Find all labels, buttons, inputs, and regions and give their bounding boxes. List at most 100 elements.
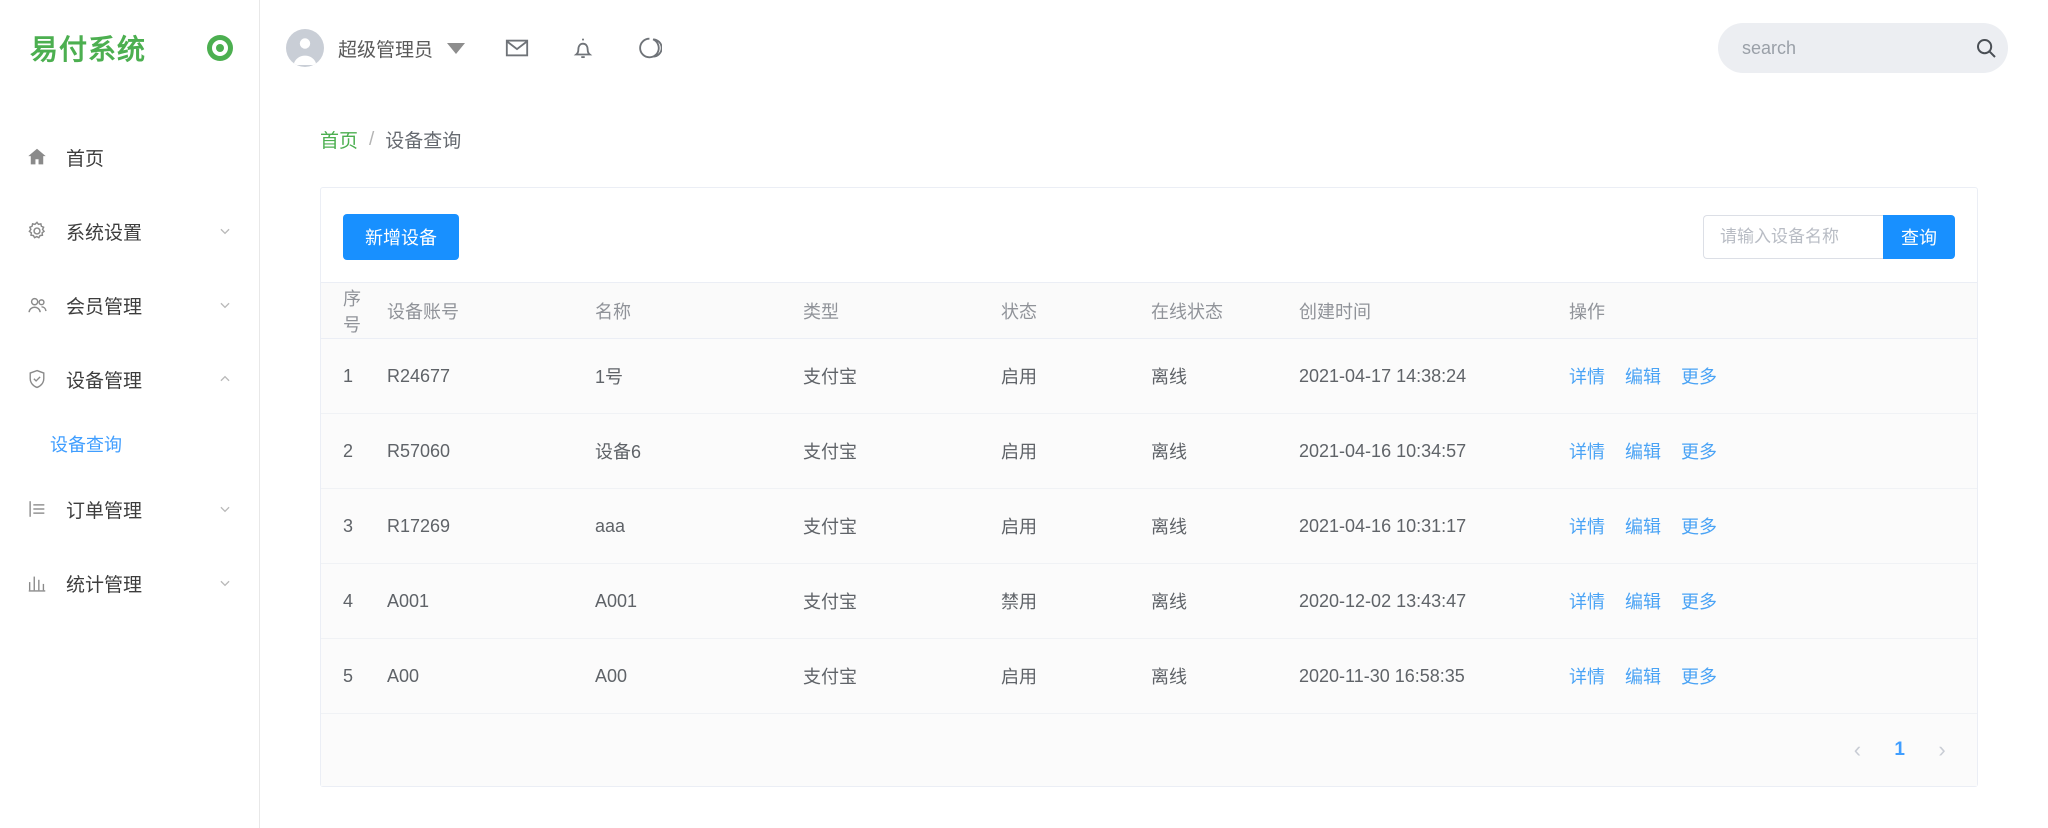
target-dot-icon	[207, 35, 233, 61]
table-row[interactable]: 5 A00 A00 支付宝 启用 离线 2020-11-30 16:58:35 …	[321, 638, 1977, 714]
sidebar-item-label: 系统设置	[66, 222, 143, 244]
caret-down-icon[interactable]	[447, 42, 466, 54]
next-page-icon[interactable]: ›	[1933, 738, 1951, 762]
sidebar-item-label: 订单管理	[66, 500, 143, 522]
cell-status: 启用	[993, 488, 1143, 564]
action-more[interactable]: 更多	[1681, 363, 1717, 389]
cell-type: 支付宝	[795, 488, 993, 564]
search-input[interactable]	[1742, 37, 1974, 59]
cell-account: R17269	[379, 488, 587, 564]
cell-name: aaa	[587, 488, 795, 564]
prev-page-icon[interactable]: ‹	[1848, 738, 1866, 762]
sidebar-item-device-management[interactable]: 设备管理	[0, 342, 259, 416]
sidebar-item-system-settings[interactable]: 系统设置	[0, 194, 259, 268]
sidebar-item-order-management[interactable]: 订单管理	[0, 472, 259, 546]
cell-created: 2021-04-16 10:31:17	[1291, 488, 1561, 564]
action-more[interactable]: 更多	[1681, 588, 1717, 614]
action-more[interactable]: 更多	[1681, 663, 1717, 689]
sidebar-item-home[interactable]: 首页	[0, 120, 259, 194]
action-edit[interactable]: 编辑	[1625, 663, 1661, 689]
cell-status: 启用	[993, 638, 1143, 714]
table-header-row: 序号 设备账号 名称 类型 状态 在线状态 创建时间 操作	[321, 282, 1977, 339]
breadcrumb: 首页 / 设备查询	[320, 96, 1978, 187]
device-filter-group: 查询	[1703, 215, 1955, 259]
action-detail[interactable]: 详情	[1569, 438, 1605, 464]
cell-account: A00	[379, 638, 587, 714]
col-header-name: 名称	[587, 282, 795, 339]
cell-account: R24677	[379, 338, 587, 414]
sidebar-item-statistics-management[interactable]: 统计管理	[0, 546, 259, 620]
action-edit[interactable]: 编辑	[1625, 363, 1661, 389]
cell-name: 设备6	[587, 413, 795, 489]
home-icon	[24, 144, 50, 170]
chevron-down-icon	[217, 575, 233, 591]
col-header-account: 设备账号	[379, 282, 587, 339]
table-body: 1 R24677 1号 支付宝 启用 离线 2021-04-17 14:38:2…	[321, 338, 1977, 714]
action-more[interactable]: 更多	[1681, 513, 1717, 539]
table-row[interactable]: 1 R24677 1号 支付宝 启用 离线 2021-04-17 14:38:2…	[321, 338, 1977, 414]
user-menu[interactable]: 超级管理员	[286, 29, 466, 67]
cell-index: 1	[321, 338, 379, 414]
cell-status: 启用	[993, 413, 1143, 489]
sidebar-nav: 首页 系统设置 会员管理 设备管理 设备查询 订单管理 统计管理	[0, 120, 259, 620]
cell-actions: 详情 编辑 更多	[1561, 488, 1977, 564]
gear-icon	[24, 218, 50, 244]
list-icon	[24, 496, 50, 522]
cell-type: 支付宝	[795, 338, 993, 414]
sidebar-item-label: 首页	[66, 148, 105, 170]
add-device-button[interactable]: 新增设备	[343, 214, 459, 260]
action-edit[interactable]: 编辑	[1625, 438, 1661, 464]
cell-online: 离线	[1143, 488, 1291, 564]
sidebar-item-label: 统计管理	[66, 574, 143, 596]
cell-created: 2021-04-17 14:38:24	[1291, 338, 1561, 414]
cell-actions: 详情 编辑 更多	[1561, 563, 1977, 639]
cell-created: 2020-12-02 13:43:47	[1291, 563, 1561, 639]
cell-created: 2021-04-16 10:34:57	[1291, 413, 1561, 489]
action-edit[interactable]: 编辑	[1625, 588, 1661, 614]
cell-account: A001	[379, 563, 587, 639]
table-row[interactable]: 4 A001 A001 支付宝 禁用 离线 2020-12-02 13:43:4…	[321, 563, 1977, 639]
action-detail[interactable]: 详情	[1569, 363, 1605, 389]
moon-icon[interactable]	[635, 34, 663, 62]
user-avatar-icon	[286, 29, 324, 67]
breadcrumb-home[interactable]: 首页	[320, 126, 358, 153]
chevron-down-icon	[217, 501, 233, 517]
panel-toolbar: 新增设备 查询	[321, 188, 1977, 282]
cell-status: 禁用	[993, 563, 1143, 639]
topbar: 超级管理员	[260, 0, 2048, 96]
brand-title: 易付系统	[30, 34, 147, 65]
query-button[interactable]: 查询	[1883, 215, 1955, 259]
table-header: 序号 设备账号 名称 类型 状态 在线状态 创建时间 操作	[321, 282, 1977, 339]
breadcrumb-current: 设备查询	[385, 131, 462, 152]
bell-icon[interactable]	[569, 34, 597, 62]
breadcrumb-separator: /	[369, 128, 375, 150]
action-detail[interactable]: 详情	[1569, 588, 1605, 614]
sidebar-item-label: 会员管理	[66, 296, 143, 318]
col-header-index: 序号	[321, 282, 379, 339]
sidebar-subitem-device-query[interactable]: 设备查询	[0, 416, 259, 472]
cell-online: 离线	[1143, 563, 1291, 639]
global-search[interactable]	[1718, 23, 2008, 73]
cell-actions: 详情 编辑 更多	[1561, 638, 1977, 714]
page-number-1[interactable]: 1	[1894, 739, 1905, 761]
cell-online: 离线	[1143, 413, 1291, 489]
action-edit[interactable]: 编辑	[1625, 513, 1661, 539]
cell-index: 3	[321, 488, 379, 564]
cell-index: 4	[321, 563, 379, 639]
users-icon	[24, 292, 50, 318]
table-row[interactable]: 2 R57060 设备6 支付宝 启用 离线 2021-04-16 10:34:…	[321, 413, 1977, 489]
sidebar-subitem-label: 设备查询	[50, 435, 122, 455]
sidebar-item-member-management[interactable]: 会员管理	[0, 268, 259, 342]
action-more[interactable]: 更多	[1681, 438, 1717, 464]
action-detail[interactable]: 详情	[1569, 663, 1605, 689]
cell-actions: 详情 编辑 更多	[1561, 338, 1977, 414]
table-row[interactable]: 3 R17269 aaa 支付宝 启用 离线 2021-04-16 10:31:…	[321, 488, 1977, 564]
action-detail[interactable]: 详情	[1569, 513, 1605, 539]
device-name-input[interactable]	[1703, 215, 1883, 259]
mail-icon[interactable]	[503, 34, 531, 62]
sidebar-item-label: 设备管理	[66, 370, 143, 392]
device-table: 序号 设备账号 名称 类型 状态 在线状态 创建时间 操作 1 R24677 1…	[321, 282, 1977, 714]
col-header-type: 类型	[795, 282, 993, 339]
col-header-online: 在线状态	[1143, 282, 1291, 339]
search-icon[interactable]	[1974, 36, 1998, 60]
